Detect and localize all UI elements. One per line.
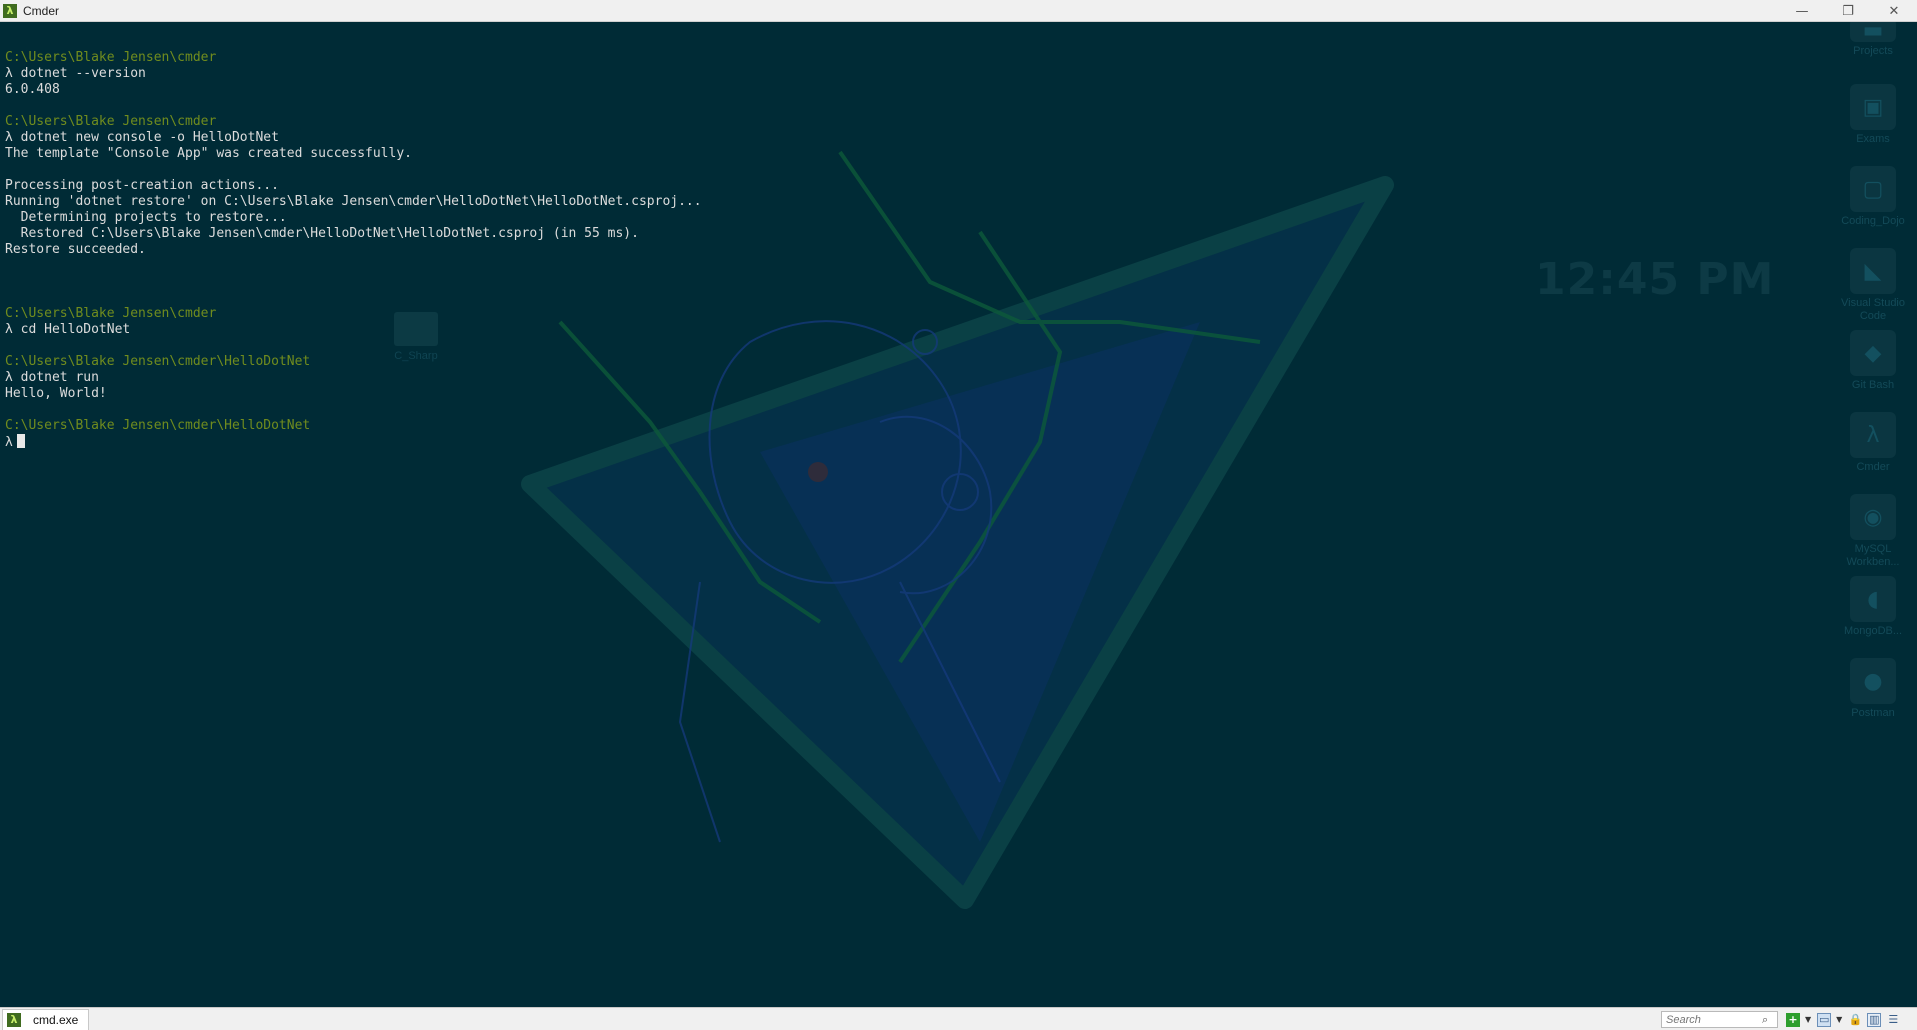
desktop-clock: 12:45 PM <box>1535 254 1775 305</box>
toolbar: + ▼ ▭ ▼ 🔒 ▥ ☰ <box>1786 1011 1905 1028</box>
menu-icon[interactable]: ☰ <box>1886 1013 1900 1027</box>
desktop-icon-exams[interactable]: ▣ Exams <box>1837 84 1909 146</box>
prompt-path: C:\Users\Blake Jensen\cmder\HelloDotNet <box>5 418 311 433</box>
folder-icon <box>394 312 438 346</box>
command-line: λ <box>5 434 702 450</box>
desktop-icon-label: MongoDB... <box>1843 625 1903 637</box>
console-tab-label: cmd.exe <box>33 1012 79 1027</box>
view-icon[interactable]: ▭ <box>1817 1012 1832 1027</box>
lambda-icon: λ <box>1850 412 1896 458</box>
console-tab[interactable]: λ cmd.exe <box>2 1008 90 1030</box>
lambda-icon: λ <box>3 3 17 18</box>
output-line: Processing post-creation actions... <box>5 178 279 193</box>
desktop-icon-visual-studio-code[interactable]: ◣ Visual Studio Code <box>1837 248 1909 323</box>
desktop-icon-coding-dojo[interactable]: ▢ Coding_Dojo <box>1837 166 1909 228</box>
desktop-icon-label: Postman <box>1851 707 1895 719</box>
command-line: λ dotnet run <box>5 370 99 385</box>
search-box[interactable]: ⌕ <box>1661 1011 1778 1028</box>
search-input[interactable] <box>1666 1012 1762 1027</box>
output-line: The template "Console App" was created s… <box>5 146 412 161</box>
terminal-area[interactable]: C:\Users\Blake Jensen\cmder λ dotnet --ve… <box>0 22 1917 1007</box>
image-icon: ▣ <box>1850 84 1896 130</box>
desktop-icon-label: MySQL Workben... <box>1846 543 1900 568</box>
prompt-path: C:\Users\Blake Jensen\cmder\HelloDotNet <box>5 354 311 369</box>
git-icon: ◆ <box>1850 330 1896 376</box>
text-cursor <box>16 434 25 448</box>
window-controls: — ❐ ✕ <box>1779 0 1917 22</box>
desktop-icon-label: Cmder <box>1856 461 1890 473</box>
desktop-icon-git-bash[interactable]: ◆ Git Bash <box>1837 330 1909 392</box>
desktop-icon-mongodb[interactable]: ◖ MongoDB... <box>1837 576 1909 638</box>
close-icon: ✕ <box>1888 3 1900 19</box>
mongodb-icon: ◖ <box>1850 576 1896 622</box>
minimize-icon: — <box>1795 3 1809 19</box>
desktop-icon-mysql-workben[interactable]: ◉ MySQL Workben... <box>1837 494 1909 569</box>
chevron-down-icon[interactable]: ▼ <box>1836 1015 1842 1024</box>
postman-icon: ● <box>1850 658 1896 704</box>
search-icon[interactable]: ⌕ <box>1762 1013 1768 1027</box>
desktop-folder-label: C_Sharp <box>394 350 438 362</box>
output-line: Restored C:\Users\Blake Jensen\cmder\Hel… <box>5 226 639 241</box>
output-line: Restore succeeded. <box>5 242 146 257</box>
desktop-icon-cmder[interactable]: λ Cmder <box>1837 412 1909 474</box>
command-line: λ cd HelloDotNet <box>5 322 131 337</box>
lambda-icon: λ <box>7 1012 21 1027</box>
monitor-icon: ▢ <box>1850 166 1896 212</box>
console-output[interactable]: C:\Users\Blake Jensen\cmder λ dotnet --ve… <box>5 50 702 450</box>
folder-icon: ▬ <box>1850 22 1896 43</box>
command-line: λ dotnet new console -o HelloDotNet <box>5 130 279 145</box>
desktop-icon-label: Visual Studio Code <box>1840 297 1905 322</box>
output-line: Running 'dotnet restore' on C:\Users\Bla… <box>5 194 702 209</box>
output-line: Hello, World! <box>5 386 107 401</box>
output-line: Determining projects to restore... <box>5 210 287 225</box>
desktop-folder-c-sharp[interactable]: C_Sharp <box>390 312 442 362</box>
desktop-icon-postman[interactable]: ● Postman <box>1837 658 1909 720</box>
vscode-icon: ◣ <box>1850 248 1896 294</box>
mysql-icon: ◉ <box>1850 494 1896 540</box>
window-title: Cmder <box>23 3 60 18</box>
restore-icon: ❐ <box>1842 3 1854 19</box>
desktop-icon-projects[interactable]: ▬ Projects <box>1837 22 1909 58</box>
prompt-path: C:\Users\Blake Jensen\cmder <box>5 306 217 321</box>
close-button[interactable]: ✕ <box>1871 0 1917 22</box>
split-view-icon[interactable]: ▥ <box>1867 1012 1882 1027</box>
desktop-icon-label: Git Bash <box>1851 379 1895 391</box>
prompt-path: C:\Users\Blake Jensen\cmder <box>5 114 217 129</box>
command-line: λ dotnet --version <box>5 66 146 81</box>
add-console-icon[interactable]: + <box>1786 1012 1800 1027</box>
window-titlebar[interactable]: λ Cmder — ❐ ✕ <box>0 0 1917 22</box>
desktop-icon-label: Projects <box>1853 45 1893 57</box>
status-bar: λ cmd.exe ⌕ + ▼ ▭ ▼ 🔒 ▥ ☰ <box>0 1007 1917 1030</box>
desktop-icon-label: Exams <box>1856 133 1890 145</box>
desktop-icon-label: Coding_Dojo <box>1841 215 1905 227</box>
chevron-down-icon[interactable]: ▼ <box>1805 1015 1811 1024</box>
lock-icon[interactable]: 🔒 <box>1848 1013 1862 1027</box>
minimize-button[interactable]: — <box>1779 0 1825 22</box>
restore-button[interactable]: ❐ <box>1825 0 1871 22</box>
prompt-path: C:\Users\Blake Jensen\cmder <box>5 50 217 65</box>
output-line: 6.0.408 <box>5 82 60 97</box>
